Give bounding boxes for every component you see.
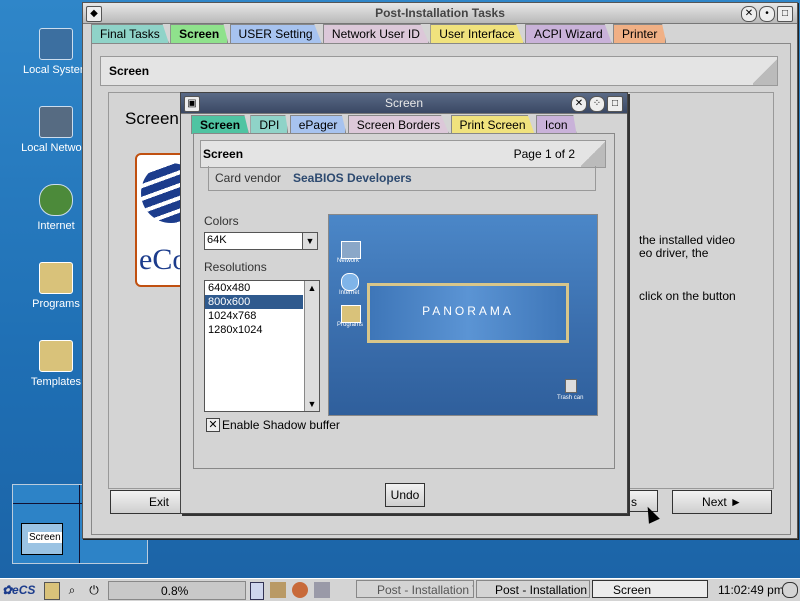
dialog-title: Screen bbox=[384, 96, 424, 110]
dialog-tab-print-screen[interactable]: Print Screen bbox=[450, 115, 535, 134]
resolutions-list[interactable]: 640x480 800x600 1024x768 1280x1024 ▲ ▼ bbox=[204, 280, 320, 412]
tab-printer[interactable]: Printer bbox=[613, 24, 667, 43]
dialog-tabs: Screen DPI ePager Screen Borders Print S… bbox=[191, 115, 577, 134]
desktop: Local System Local Network Internet Prog… bbox=[0, 0, 800, 600]
panorama-text: PANORAMA bbox=[422, 304, 514, 318]
tab-screen[interactable]: Screen bbox=[170, 24, 229, 43]
body-line-1: the installed video bbox=[639, 233, 736, 247]
page-indicator: Page 1 of 2 bbox=[513, 147, 575, 161]
task-button[interactable]: Post - Installation Task bbox=[356, 580, 474, 598]
close-icon[interactable]: ✕ bbox=[741, 6, 757, 22]
colors-value: 64K bbox=[207, 234, 227, 246]
card-vendor-value: SeaBIOS Developers bbox=[293, 171, 412, 185]
dialog-close-icon[interactable]: ✕ bbox=[571, 96, 587, 112]
list-item-selected[interactable]: 800x600 bbox=[205, 295, 303, 309]
dialog-titlebar[interactable]: ▣ Screen ✕ ⁘ □ bbox=[181, 93, 627, 114]
window-list-icon[interactable] bbox=[250, 582, 264, 600]
cpu-meter: 0.8% bbox=[108, 581, 246, 600]
folder-templates-icon bbox=[39, 340, 73, 372]
preview-icon-network bbox=[341, 241, 361, 259]
scroll-up-icon[interactable]: ▲ bbox=[305, 281, 319, 295]
trash-can-icon bbox=[565, 379, 577, 393]
computer-icon bbox=[39, 28, 73, 60]
folder-programs-icon bbox=[39, 262, 73, 294]
dialog-panel: Screen Page 1 of 2 Card vendor SeaBIOS D… bbox=[193, 133, 615, 469]
tab-acpi-wizard[interactable]: ACPI Wizard bbox=[525, 24, 612, 43]
card-vendor-label: Card vendor bbox=[215, 171, 282, 185]
tab-network-user-id[interactable]: Network User ID bbox=[322, 24, 429, 43]
shadow-buffer-checkbox[interactable]: ✕ bbox=[206, 418, 220, 432]
chevron-down-icon[interactable]: ▼ bbox=[302, 233, 317, 249]
list-item[interactable]: 640x480 bbox=[205, 281, 319, 295]
preview-icon-label: Programs bbox=[337, 322, 364, 328]
pager-grid-v bbox=[79, 485, 80, 563]
task-button[interactable]: Post - Installation Task bbox=[476, 580, 590, 598]
pager-window-label: Screen bbox=[28, 532, 62, 543]
preview-icon-label: Internet bbox=[339, 290, 360, 296]
resolutions-label: Resolutions bbox=[204, 260, 267, 274]
network-icon bbox=[39, 106, 73, 138]
preview-icon-programs bbox=[341, 305, 361, 323]
colors-label: Colors bbox=[204, 214, 239, 228]
palette-icon[interactable] bbox=[292, 582, 308, 598]
undo-button[interactable]: Undo bbox=[385, 483, 425, 507]
window-titlebar[interactable]: ◆ Post-Installation Tasks ✕ • □ bbox=[83, 3, 797, 24]
dialog-tab-screen[interactable]: Screen bbox=[191, 115, 250, 134]
dialog-tab-icon[interactable]: Icon bbox=[535, 115, 577, 134]
start-button[interactable]: ✿eCS bbox=[2, 581, 38, 599]
content-heading: Screen bbox=[125, 109, 179, 128]
dialog-tab-dpi[interactable]: DPI bbox=[250, 115, 289, 134]
next-button[interactable]: Next ► bbox=[672, 490, 772, 514]
preview-icon-internet bbox=[341, 273, 359, 291]
clipboard-icon[interactable] bbox=[270, 582, 286, 598]
dialog-page-corner-icon[interactable] bbox=[581, 141, 605, 167]
section-title: Screen bbox=[109, 64, 150, 78]
tab-user-interface[interactable]: User Interface bbox=[430, 24, 524, 43]
list-scrollbar[interactable]: ▲ ▼ bbox=[304, 281, 319, 411]
tray-icon[interactable] bbox=[782, 582, 798, 598]
dialog-maximize-icon[interactable]: ⁘ bbox=[589, 96, 605, 112]
card-vendor-row: Card vendor SeaBIOS Developers bbox=[208, 166, 596, 191]
dialog-header-title: Screen bbox=[203, 147, 244, 161]
body-line-2: eo driver, the bbox=[639, 246, 709, 260]
scroll-down-icon[interactable]: ▼ bbox=[305, 397, 319, 411]
tab-user-setting[interactable]: USER Setting bbox=[229, 24, 322, 43]
tab-final-tasks[interactable]: Final Tasks bbox=[91, 24, 169, 43]
trash-can-label: Trash can bbox=[557, 395, 584, 401]
globe-icon bbox=[39, 184, 73, 216]
clock: 11:02:49 pm bbox=[718, 583, 784, 597]
panorama-banner: PANORAMA bbox=[367, 283, 569, 343]
cpu-value: 0.8% bbox=[161, 584, 189, 598]
dialog-tab-epager[interactable]: ePager bbox=[289, 115, 347, 134]
task-button-active[interactable]: Screen bbox=[592, 580, 708, 598]
dialog-restore-icon[interactable]: □ bbox=[607, 96, 623, 112]
page-corner-icon[interactable] bbox=[753, 57, 777, 85]
maximize-icon[interactable]: • bbox=[759, 6, 775, 22]
dialog-tab-screen-borders[interactable]: Screen Borders bbox=[347, 115, 450, 134]
search-icon[interactable]: ⌕ bbox=[64, 582, 80, 598]
shadow-buffer-label: Enable Shadow buffer bbox=[222, 418, 340, 432]
dialog-header: Screen Page 1 of 2 bbox=[200, 140, 606, 168]
pager-window-thumb[interactable]: Screen bbox=[21, 523, 63, 555]
restore-icon[interactable]: □ bbox=[777, 6, 793, 22]
preview-icon-label: Network bbox=[337, 258, 360, 264]
window-title: Post-Installation Tasks bbox=[375, 6, 505, 20]
screen-preview: Network Internet Programs PANORAMA Trash… bbox=[328, 214, 598, 416]
taskbar: ✿eCS ⌕ ⏻ 0.8% Post - Installation Task P… bbox=[0, 578, 800, 601]
section-header: Screen bbox=[100, 56, 778, 86]
power-icon[interactable]: ⏻ bbox=[86, 582, 102, 598]
body-line-3: click on the button bbox=[639, 289, 736, 303]
list-item[interactable]: 1024x768 bbox=[205, 309, 319, 323]
list-item[interactable]: 1280x1024 bbox=[205, 323, 319, 337]
lock-icon[interactable] bbox=[44, 582, 60, 600]
screen-dialog: ▣ Screen ✕ ⁘ □ Screen DPI ePager Screen … bbox=[180, 92, 628, 514]
settings-icon[interactable] bbox=[314, 582, 330, 598]
main-tabs: Final Tasks Screen USER Setting Network … bbox=[91, 24, 667, 43]
colors-select[interactable]: 64K ▼ bbox=[204, 232, 318, 250]
